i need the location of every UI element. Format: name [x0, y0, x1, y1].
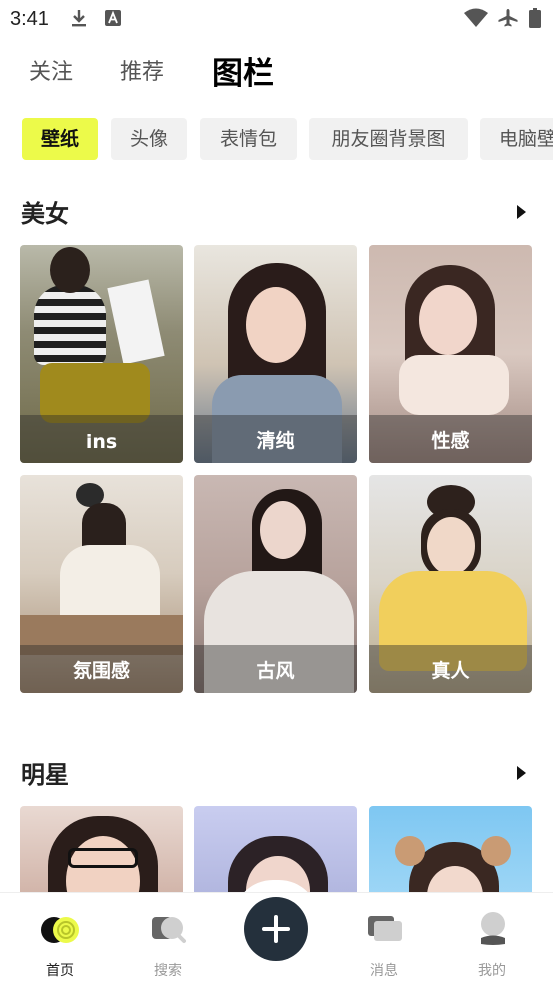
card-photo-face [246, 287, 306, 363]
nav-search[interactable]: 搜索 [128, 893, 208, 984]
wifi-icon [464, 8, 488, 27]
nav-mine-label: 我的 [478, 963, 506, 979]
airplane-icon [498, 9, 518, 27]
text-a-icon [105, 10, 121, 26]
nav-mine[interactable]: 我的 [452, 893, 532, 984]
create-post-button[interactable] [244, 897, 308, 961]
chip-moments-background[interactable]: 朋友圈背景图 [309, 118, 468, 160]
plus-icon-stroke [274, 915, 278, 943]
card-photo-ear-right [481, 836, 511, 866]
messages-icon [368, 916, 402, 941]
card-photo-face [419, 285, 477, 355]
nav-search-label: 搜索 [154, 963, 182, 979]
nav-messages[interactable]: 消息 [344, 893, 424, 984]
chip-avatar[interactable]: 头像 [111, 118, 187, 160]
home-icon [41, 917, 79, 943]
battery-icon [529, 8, 541, 28]
card-photo-ear-left [395, 836, 425, 866]
card-real-person[interactable]: 真人 [369, 475, 532, 693]
search-icon [152, 917, 186, 943]
card-photo-hair [50, 247, 90, 293]
section-more-arrow-icon[interactable] [517, 766, 526, 780]
chip-desktop-wallpaper[interactable]: 电脑壁 [480, 118, 553, 160]
chip-wallpaper[interactable]: 壁纸 [22, 118, 98, 160]
nav-home-label: 首页 [46, 963, 74, 979]
card-pure[interactable]: 清纯 [194, 245, 357, 463]
section-title-stars: 明星 [21, 761, 69, 789]
card-photo-glasses [68, 848, 138, 868]
section-more-arrow-icon[interactable] [517, 205, 526, 219]
tab-follow[interactable]: 关注 [29, 54, 73, 86]
status-bar: 3:41 [0, 0, 553, 38]
card-label: 氛围感 [72, 660, 130, 682]
card-label: 清纯 [256, 430, 295, 452]
category-chips: 壁纸 头像 表情包 朋友圈背景图 电脑壁 [0, 118, 553, 160]
card-photo-face [427, 517, 475, 575]
card-label: 古风 [256, 660, 295, 682]
card-label: 真人 [431, 660, 470, 682]
section-title-beauty: 美女 [21, 200, 69, 228]
tab-gallery-label: 图栏 [212, 56, 274, 92]
card-photo-prop [107, 279, 165, 365]
card-atmosphere[interactable]: 氛围感 [20, 475, 183, 693]
top-tab-bar: 关注 推荐 图栏 [0, 46, 553, 92]
card-photo-top [399, 355, 509, 415]
nav-messages-label: 消息 [370, 963, 398, 979]
card-sexy[interactable]: 性感 [369, 245, 532, 463]
profile-icon [481, 912, 505, 945]
card-photo-pants [40, 363, 150, 423]
status-time: 3:41 [10, 8, 49, 30]
nav-home[interactable]: 首页 [20, 893, 100, 984]
card-label: 性感 [431, 430, 470, 452]
card-photo-figure [34, 285, 106, 365]
tab-recommend[interactable]: 推荐 [120, 54, 164, 86]
tab-gallery[interactable]: 图栏 [210, 48, 276, 93]
card-ins[interactable]: ins [20, 245, 183, 463]
card-label: ins [85, 431, 118, 453]
download-icon [72, 10, 86, 27]
chip-stickers[interactable]: 表情包 [200, 118, 297, 160]
card-photo-face [260, 501, 306, 559]
card-ancient-style[interactable]: 古风 [194, 475, 357, 693]
